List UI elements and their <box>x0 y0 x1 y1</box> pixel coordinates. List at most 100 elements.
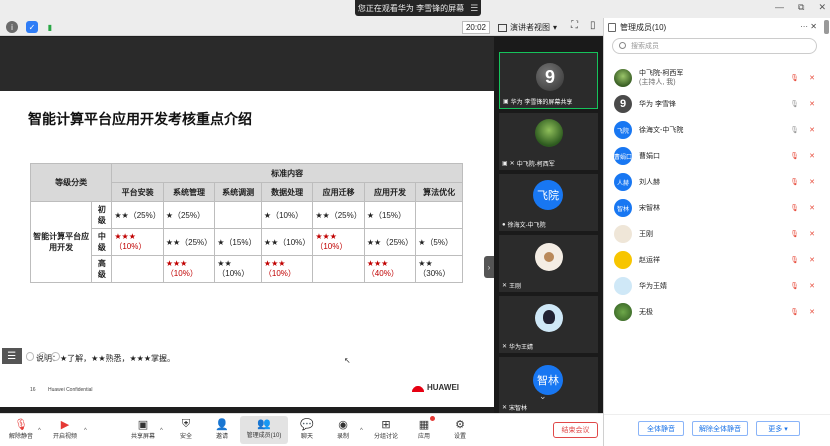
mic-muted-icon[interactable]: 🎙 <box>790 126 799 134</box>
panel-scrollbar[interactable] <box>824 20 829 34</box>
camera-off-icon[interactable]: ✕ <box>809 178 815 186</box>
table-cell: ★（5%） <box>415 228 463 256</box>
member-search-input[interactable]: 搜索成员 <box>612 38 817 54</box>
more-label: 更多 <box>768 425 783 433</box>
slide-tool-icon[interactable] <box>38 351 48 361</box>
signal-icon[interactable]: ▮ <box>44 21 56 33</box>
member-row[interactable]: 华为王婧 ✕ 🎙 <box>604 273 830 299</box>
mic-muted-icon[interactable]: 🎙 <box>790 74 799 82</box>
camera-off-icon[interactable]: ✕ <box>809 204 815 212</box>
invite-button[interactable]: 👤 邀请 <box>203 417 241 441</box>
member-row[interactable]: 智林 宋智林 ✕ 🎙 <box>604 195 830 221</box>
mute-all-button[interactable]: 全体静音 <box>638 421 684 436</box>
member-row[interactable]: 中飞院-柯西军 (主持人, 我) ✕ 🎙 <box>604 65 830 91</box>
table-cell: ★（15%） <box>214 228 262 256</box>
column-header: 系统调测 <box>214 182 262 202</box>
member-row[interactable]: 王刚 ✕ 🎙 <box>604 221 830 247</box>
avatar: 9 <box>614 95 632 113</box>
camera-off-icon[interactable]: ✕ <box>809 152 815 160</box>
sidebar-toggle-icon[interactable]: ▯ <box>590 20 596 31</box>
member-row[interactable]: 9 华为 李雪锋 ✕ 🎙 <box>604 91 830 117</box>
camera-off-icon[interactable]: ✕ <box>809 230 815 238</box>
member-row[interactable]: 无极 ✕ 🎙 <box>604 299 830 325</box>
viewing-share-banner[interactable]: 您正在观看华为 李雪锋的屏幕 ☰ <box>355 0 481 16</box>
security-button[interactable]: ⛨ 安全 <box>167 417 205 441</box>
slide-title: 智能计算平台应用开发考核重点介绍 <box>28 111 252 127</box>
mic-muted-icon[interactable]: 🎙 <box>790 230 799 238</box>
mouse-cursor-icon: ↖ <box>344 356 351 365</box>
camera-off-icon: ▶ <box>60 418 70 431</box>
member-row[interactable]: 曹娟口 曹娟口 ✕ 🎙 <box>604 143 830 169</box>
more-icon[interactable]: ··· ✕ <box>800 22 817 31</box>
member-row[interactable]: 赵运祥 ✕ 🎙 <box>604 247 830 273</box>
record-icon: ◉ <box>338 418 348 431</box>
camera-off-icon[interactable]: ✕ <box>809 308 815 316</box>
table-cell: ★★（25%） <box>363 228 417 256</box>
video-tile[interactable]: 飞院 ● 徐海文-中飞院 <box>499 174 598 231</box>
member-row[interactable]: 飞院 徐海文-中飞院 ✕ 🎙 <box>604 117 830 143</box>
member-name: 无极 <box>639 308 653 316</box>
member-row[interactable]: 人赫 刘人赫 ✕ 🎙 <box>604 169 830 195</box>
chevron-up-icon[interactable]: ^ <box>38 428 41 434</box>
grid-icon <box>498 23 507 32</box>
close-icon[interactable]: ✕ <box>818 2 826 13</box>
start-video-label: 开启视频 <box>52 434 77 440</box>
member-name: 徐海文-中飞院 <box>639 126 684 134</box>
end-meeting-button[interactable]: 结束会议 <box>553 422 598 438</box>
video-tile[interactable]: 9 ▣ 华为 李雪锋的屏幕共享 <box>499 52 598 109</box>
unmute-label: 解除静音 <box>8 434 33 440</box>
video-tile[interactable]: ✕ 华为王婧 <box>499 296 598 353</box>
shield-icon[interactable]: ✓ <box>26 21 38 33</box>
fullscreen-icon[interactable]: ⛶ <box>571 20 578 31</box>
video-tile[interactable]: ✕ 王刚 <box>499 235 598 292</box>
window-titlebar: 您正在观看华为 李雪锋的屏幕 ☰ — ⧉ ✕ <box>0 0 830 18</box>
menu-icon[interactable]: ☰ <box>2 348 22 364</box>
chevron-up-icon[interactable]: ^ <box>84 428 87 434</box>
chat-button[interactable]: 💬 聊天 <box>288 417 326 441</box>
video-tile[interactable]: 智林 ✕ 宋智林 <box>499 357 598 414</box>
apps-icon: ▦ <box>418 418 430 431</box>
chevron-down-icon[interactable]: ⌄ <box>539 391 547 402</box>
restore-icon[interactable]: ⧉ <box>798 2 804 13</box>
chevron-up-icon[interactable]: ^ <box>160 428 163 434</box>
manage-members-button[interactable]: 👥 管理成员(10) <box>240 416 288 444</box>
camera-off-icon[interactable]: ✕ <box>809 74 815 82</box>
chevron-up-icon[interactable]: ^ <box>360 428 363 434</box>
mic-muted-icon[interactable]: 🎙 <box>790 256 799 264</box>
breakout-button[interactable]: ⊞ 分组讨论 <box>367 417 405 441</box>
slide-tool-icon[interactable] <box>51 351 60 361</box>
avatar <box>614 225 632 243</box>
page-number: 16 <box>30 387 36 393</box>
column-header: 应用迁移 <box>312 182 365 202</box>
mic-muted-icon[interactable]: 🎙 <box>790 152 799 160</box>
record-button[interactable]: ◉ 录制 <box>324 417 362 441</box>
camera-off-icon[interactable]: ✕ <box>809 282 815 290</box>
stop-share-icon[interactable]: ☰ <box>470 3 478 14</box>
mic-muted-icon[interactable]: 🎙 <box>790 178 799 186</box>
video-tile[interactable]: ▣ ✕ 中飞院-柯西军 <box>499 113 598 170</box>
start-video-button[interactable]: ▶ 开启视频 <box>46 417 84 441</box>
mic-muted-icon[interactable]: 🎙 <box>790 204 799 212</box>
settings-button[interactable]: ⚙ 设置 <box>441 417 479 441</box>
slide-tool-icon[interactable] <box>25 351 35 361</box>
camera-off-icon[interactable]: ✕ <box>809 126 815 134</box>
meeting-toolbar: 🎙 解除静音 ^ ▶ 开启视频 ^ ▣ 共享屏幕 ^ ⛨ 安全 👤 邀请 👥 管… <box>0 413 603 446</box>
apps-button[interactable]: ▦ 应用 <box>405 416 443 440</box>
camera-off-icon[interactable]: ✕ <box>809 256 815 264</box>
video-label: ✕ 华为王婧 <box>502 342 533 351</box>
camera-off-icon[interactable]: ✕ <box>809 100 815 108</box>
collapse-videos-handle[interactable]: › <box>484 256 494 278</box>
unmute-button[interactable]: 🎙 解除静音 <box>2 417 40 441</box>
minimize-icon[interactable]: — <box>775 2 784 13</box>
table-cell: ★（15%） <box>363 201 417 229</box>
share-screen-icon: ▣ <box>137 418 149 431</box>
member-name: 华为 李雪锋 <box>639 100 676 108</box>
info-icon[interactable]: i <box>6 21 18 33</box>
more-button[interactable]: 更多 ▾ <box>756 421 800 436</box>
share-screen-button[interactable]: ▣ 共享屏幕 <box>124 417 162 441</box>
view-mode-button[interactable]: 演讲者视图 ▾ <box>498 21 557 34</box>
mic-muted-icon[interactable]: 🎙 <box>790 100 799 108</box>
unmute-all-button[interactable]: 解除全体静音 <box>692 421 748 436</box>
mic-muted-icon[interactable]: 🎙 <box>790 282 799 290</box>
mic-muted-icon[interactable]: 🎙 <box>790 308 799 316</box>
